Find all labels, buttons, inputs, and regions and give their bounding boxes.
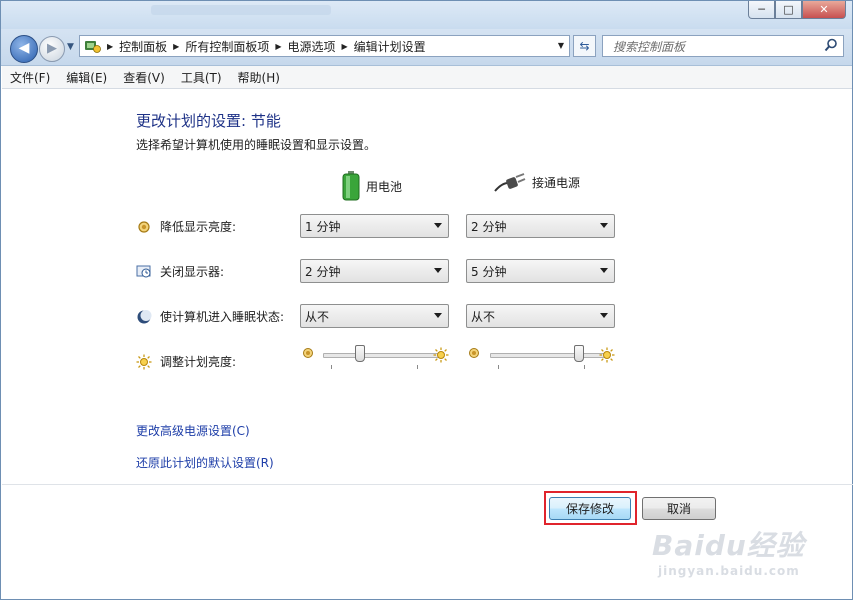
breadcrumb-item-edit-plan[interactable]: 编辑计划设置 xyxy=(354,38,426,55)
sleep-battery-select[interactable]: 从不 xyxy=(300,304,449,328)
breadcrumb-item-control-panel[interactable]: 控制面板 xyxy=(119,38,167,55)
address-dropdown-icon[interactable]: ▼ xyxy=(558,41,564,50)
search-icon[interactable] xyxy=(824,38,838,52)
slider-tick xyxy=(498,365,499,369)
chevron-down-icon xyxy=(434,223,442,228)
display-off-battery-select[interactable]: 2 分钟 xyxy=(300,259,449,283)
back-button[interactable]: ◀ xyxy=(10,35,38,63)
chevron-down-icon xyxy=(600,313,608,318)
history-dropdown-icon[interactable]: ▼ xyxy=(67,42,74,52)
brightness-icon xyxy=(136,354,152,369)
breadcrumb-separator-icon[interactable]: ▶ xyxy=(275,42,281,51)
slider-track[interactable] xyxy=(323,353,441,358)
display-off-label: 关闭显示器: xyxy=(160,265,225,279)
refresh-icon: ⇆ xyxy=(579,39,590,53)
bright-sun-icon xyxy=(433,347,449,363)
cancel-button[interactable]: 取消 xyxy=(642,497,716,520)
dim-sun-icon xyxy=(469,348,479,358)
menu-view[interactable]: 查看(V) xyxy=(115,69,173,86)
refresh-button[interactable]: ⇆ xyxy=(573,35,596,57)
baidu-watermark: Baidu经验 jingyan.baidu.com xyxy=(652,524,805,578)
restore-defaults-link[interactable]: 还原此计划的默认设置(R) xyxy=(136,454,274,471)
bright-sun-icon xyxy=(599,347,615,363)
breadcrumb-item-power-options[interactable]: 电源选项 xyxy=(288,38,336,55)
display-off-icon xyxy=(136,265,151,277)
display-off-plugged-select[interactable]: 5 分钟 xyxy=(466,259,615,283)
slider-thumb[interactable] xyxy=(574,345,585,362)
sleep-label: 使计算机进入睡眠状态: xyxy=(160,310,285,324)
slider-tick xyxy=(331,365,332,369)
select-value: 5 分钟 xyxy=(471,264,507,279)
chevron-down-icon xyxy=(600,268,608,273)
save-highlight-box xyxy=(544,491,637,525)
menu-bar: 文件(F) 编辑(E) 查看(V) 工具(T) 帮助(H) xyxy=(2,66,852,89)
menu-tools[interactable]: 工具(T) xyxy=(173,69,230,86)
select-value: 从不 xyxy=(471,309,496,324)
window: ─ □ ✕ ◀ ▶ ▼ ▶ 控制面板 ▶ 所有控制面板项 ▶ 电源选项 ▶ 编辑… xyxy=(0,0,853,600)
search-box[interactable] xyxy=(602,35,844,57)
dim-display-icon xyxy=(138,220,150,233)
address-bar[interactable]: ▶ 控制面板 ▶ 所有控制面板项 ▶ 电源选项 ▶ 编辑计划设置 ▼ xyxy=(79,35,570,57)
chevron-down-icon xyxy=(434,268,442,273)
slider-tick xyxy=(584,365,585,369)
navigation-bar: ◀ ▶ ▼ ▶ 控制面板 ▶ 所有控制面板项 ▶ 电源选项 ▶ 编辑计划设置 ▼… xyxy=(1,29,852,66)
watermark-logo: Baidu经验 xyxy=(652,529,805,562)
chevron-down-icon xyxy=(600,223,608,228)
dim-display-label: 降低显示亮度: xyxy=(160,220,237,234)
slider-track[interactable] xyxy=(490,353,608,358)
breadcrumb-separator-icon[interactable]: ▶ xyxy=(173,42,179,51)
advanced-power-settings-link[interactable]: 更改高级电源设置(C) xyxy=(136,422,250,439)
menu-edit[interactable]: 编辑(E) xyxy=(58,69,115,86)
select-value: 2 分钟 xyxy=(471,219,507,234)
window-controls: ─ □ ✕ xyxy=(748,1,846,19)
select-value: 1 分钟 xyxy=(305,219,341,234)
watermark-url: jingyan.baidu.com xyxy=(658,564,800,578)
page-title: 更改计划的设置: 节能 xyxy=(136,112,281,130)
control-panel-icon xyxy=(85,41,101,53)
row-sleep: 使计算机进入睡眠状态: xyxy=(136,308,284,325)
maximize-button[interactable]: □ xyxy=(775,1,802,19)
slider-thumb[interactable] xyxy=(355,345,366,362)
row-brightness: 调整计划亮度: xyxy=(136,353,236,370)
breadcrumb-item-all-items[interactable]: 所有控制面板项 xyxy=(185,38,269,55)
dim-sun-icon xyxy=(303,348,313,358)
dim-display-battery-select[interactable]: 1 分钟 xyxy=(300,214,449,238)
battery-column-label: 用电池 xyxy=(366,179,403,194)
title-bar: ─ □ ✕ xyxy=(1,1,852,29)
minimize-button[interactable]: ─ xyxy=(748,1,775,19)
breadcrumb: ▶ 控制面板 ▶ 所有控制面板项 ▶ 电源选项 ▶ 编辑计划设置 xyxy=(101,38,426,55)
select-value: 2 分钟 xyxy=(305,264,341,279)
battery-icon xyxy=(342,171,360,201)
breadcrumb-separator-icon[interactable]: ▶ xyxy=(342,42,348,51)
forward-button[interactable]: ▶ xyxy=(39,36,65,62)
dim-display-plugged-select[interactable]: 2 分钟 xyxy=(466,214,615,238)
column-header-battery: 用电池 xyxy=(342,171,402,201)
close-button[interactable]: ✕ xyxy=(802,1,846,19)
power-plug-icon xyxy=(494,173,526,192)
brightness-battery-slider[interactable] xyxy=(323,345,441,369)
search-input[interactable] xyxy=(611,37,820,57)
title-bar-faint-text xyxy=(151,5,331,15)
brightness-plugged-slider[interactable] xyxy=(490,345,608,369)
column-header-plugged: 接通电源 xyxy=(494,171,580,193)
slider-tick xyxy=(417,365,418,369)
menu-help[interactable]: 帮助(H) xyxy=(230,69,288,86)
row-display-off: 关闭显示器: xyxy=(136,263,224,280)
sleep-plugged-select[interactable]: 从不 xyxy=(466,304,615,328)
plugged-column-label: 接通电源 xyxy=(532,175,581,190)
breadcrumb-separator-icon[interactable]: ▶ xyxy=(107,42,113,51)
brightness-label: 调整计划亮度: xyxy=(160,355,237,369)
menu-file[interactable]: 文件(F) xyxy=(2,69,58,86)
page-subtitle: 选择希望计算机使用的睡眠设置和显示设置。 xyxy=(136,138,377,152)
row-dim-display: 降低显示亮度: xyxy=(136,218,236,235)
sleep-icon xyxy=(137,309,152,323)
chevron-down-icon xyxy=(434,313,442,318)
footer-divider xyxy=(2,484,853,485)
select-value: 从不 xyxy=(305,309,330,324)
